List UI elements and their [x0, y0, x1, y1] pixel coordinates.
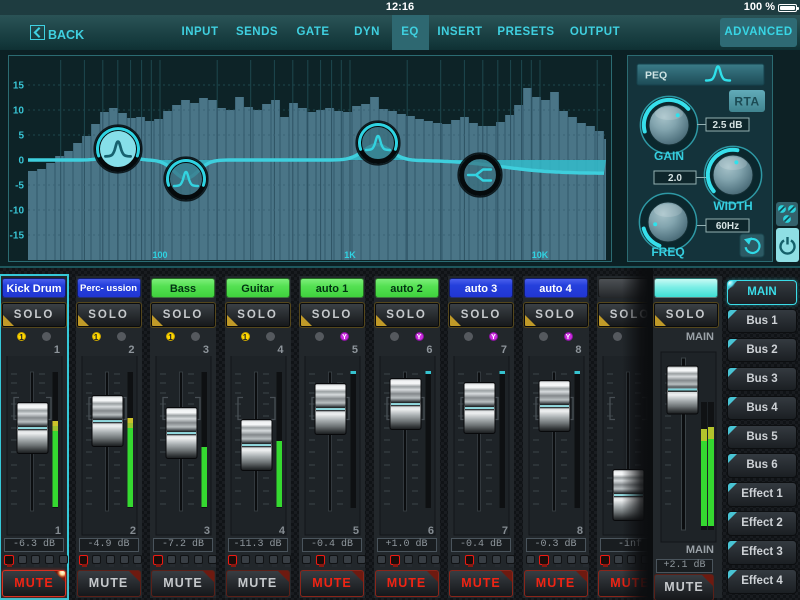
svg-text:100: 100 [152, 250, 167, 260]
svg-text:2.5 dB: 2.5 dB [712, 120, 742, 131]
svg-text:0: 0 [18, 156, 24, 167]
svg-text:2: 2 [129, 525, 135, 536]
svg-text:1K: 1K [344, 250, 356, 260]
svg-text:WIDTH: WIDTH [713, 199, 752, 213]
svg-text:5: 5 [18, 131, 24, 142]
svg-text:PEQ: PEQ [645, 70, 667, 82]
svg-text:GAIN: GAIN [654, 149, 684, 163]
svg-text:5: 5 [353, 525, 359, 536]
svg-text:10K: 10K [532, 250, 549, 260]
svg-text:-15: -15 [10, 231, 25, 242]
svg-text:3: 3 [204, 525, 210, 536]
svg-text:-5: -5 [15, 181, 24, 192]
svg-text:6: 6 [427, 525, 433, 536]
svg-text:-10: -10 [10, 206, 25, 217]
svg-text:10: 10 [13, 106, 25, 117]
svg-text:1: 1 [55, 525, 61, 536]
svg-text:RTA: RTA [734, 95, 759, 109]
svg-text:FREQ: FREQ [651, 245, 684, 259]
svg-text:60Hz: 60Hz [716, 221, 739, 232]
svg-text:7: 7 [502, 525, 508, 536]
svg-text:8: 8 [576, 525, 582, 536]
svg-text:15: 15 [13, 81, 25, 92]
svg-text:2.0: 2.0 [668, 173, 682, 184]
svg-text:4: 4 [278, 525, 285, 536]
